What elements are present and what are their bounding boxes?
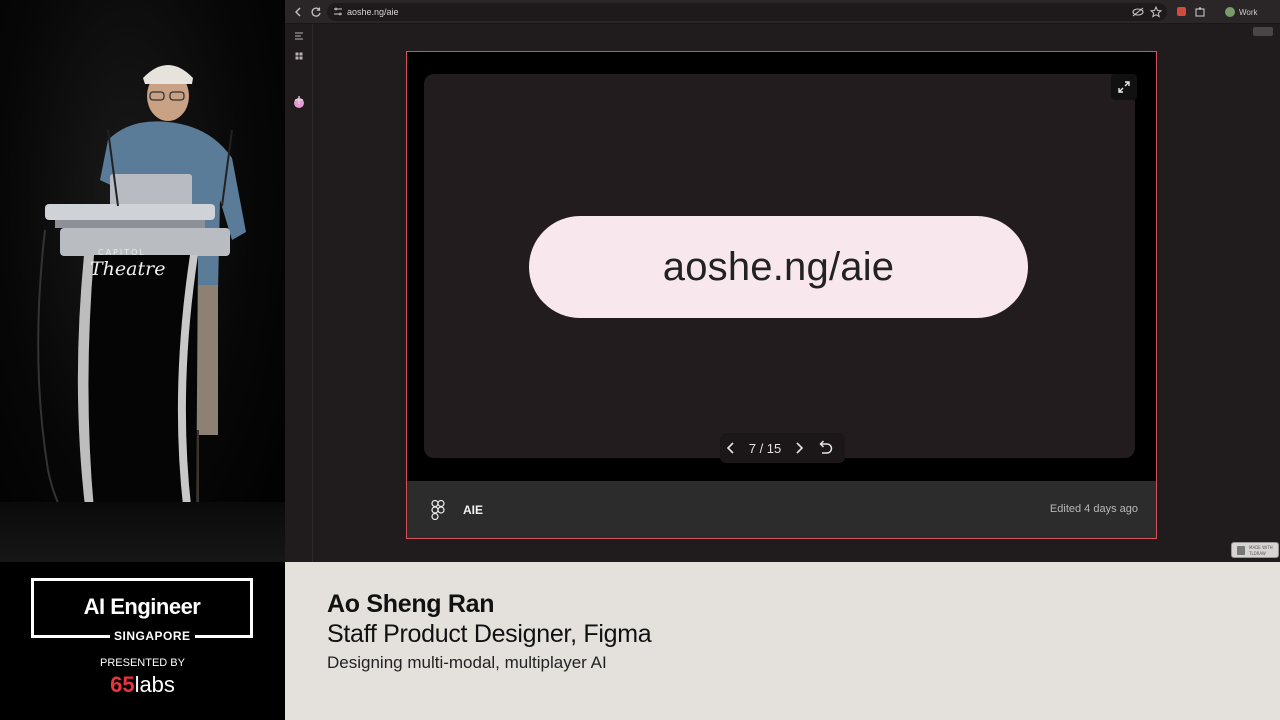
- event-logo: AI Engineer SINGAPORE: [31, 578, 253, 645]
- browser-window: aoshe.ng/aie Work aoshe.ng/aie 7 / 15 AI…: [285, 0, 1280, 562]
- add-icon[interactable]: [292, 93, 306, 107]
- speaker-role: Staff Product Designer, Figma: [327, 620, 652, 648]
- grid-icon[interactable]: [292, 49, 306, 63]
- collapse-sidebar-icon[interactable]: [292, 29, 306, 43]
- edited-timestamp: Edited 4 days ago: [1049, 503, 1138, 515]
- expand-icon: [1118, 81, 1130, 93]
- presented-by-label: PRESENTED BY: [100, 657, 185, 669]
- slide-pager: 7 / 15: [720, 433, 845, 463]
- eye-off-icon[interactable]: [1131, 5, 1145, 19]
- zoom-badge[interactable]: [1253, 27, 1273, 36]
- event-location: SINGAPORE: [110, 627, 195, 645]
- made-with-line2: TLDRAW: [1249, 551, 1266, 556]
- url-text: aoshe.ng/aie: [347, 7, 399, 17]
- speaker-name: Ao Sheng Ran: [327, 590, 495, 618]
- back-arrow-icon[interactable]: [291, 5, 305, 19]
- slide-canvas: aoshe.ng/aie: [424, 74, 1135, 458]
- prev-slide-button[interactable]: [720, 433, 742, 463]
- figma-logo-icon: [431, 500, 445, 520]
- podium-logo-main: Theatre: [90, 258, 166, 280]
- chevron-right-icon: [796, 442, 804, 454]
- undo-icon: [819, 440, 833, 454]
- url-pill: aoshe.ng/aie: [529, 216, 1028, 318]
- talk-title: Designing multi-modal, multiplayer AI: [327, 653, 607, 672]
- avatar: [1225, 7, 1235, 17]
- restart-button[interactable]: [814, 433, 836, 463]
- figma-embed[interactable]: aoshe.ng/aie 7 / 15 AIE Edited 4 days ag…: [406, 51, 1157, 539]
- stage-video: CAPITOL Theatre: [0, 0, 285, 562]
- speaker-at-podium-image: [37, 65, 246, 546]
- embed-footer: AIE Edited 4 days ago: [407, 481, 1156, 538]
- address-bar[interactable]: aoshe.ng/aie: [327, 3, 1167, 21]
- left-tool-rail: [285, 24, 313, 562]
- sponsor-logo: 65labs: [0, 672, 285, 698]
- puzzle-icon[interactable]: [1193, 5, 1207, 19]
- profile-button[interactable]: Work: [1221, 4, 1264, 20]
- sponsor-number: 65: [110, 672, 135, 697]
- speaker-lower-third: Ao Sheng Ran Staff Product Designer, Fig…: [285, 562, 1280, 720]
- slide-url-text: aoshe.ng/aie: [662, 244, 895, 289]
- page-indicator: 7 / 15: [748, 440, 782, 456]
- tldraw-icon: [1237, 546, 1245, 555]
- made-with-line1: MADE WITH: [1249, 545, 1273, 550]
- made-with-badge[interactable]: MADE WITH TLDRAW: [1231, 542, 1279, 558]
- podium-logo-top: CAPITOL: [98, 248, 146, 257]
- site-info-icon[interactable]: [333, 6, 343, 18]
- video-frame: CAPITOL Theatre aoshe.ng/aie Work aoshe.…: [0, 0, 1280, 720]
- event-title: AI Engineer: [83, 594, 201, 619]
- stage-floor: [0, 502, 285, 562]
- sponsor-word: labs: [134, 672, 175, 697]
- reload-icon[interactable]: [309, 5, 323, 19]
- profile-label: Work: [1239, 7, 1258, 17]
- expand-button[interactable]: [1111, 74, 1137, 100]
- star-icon[interactable]: [1149, 5, 1163, 19]
- file-name[interactable]: AIE: [463, 503, 483, 517]
- event-brand-panel: AI Engineer SINGAPORE PRESENTED BY 65lab…: [0, 562, 285, 720]
- next-slide-button[interactable]: [788, 433, 810, 463]
- extension-icon[interactable]: [1177, 7, 1186, 16]
- chevron-left-icon: [726, 442, 734, 454]
- browser-toolbar: aoshe.ng/aie Work: [285, 0, 1280, 24]
